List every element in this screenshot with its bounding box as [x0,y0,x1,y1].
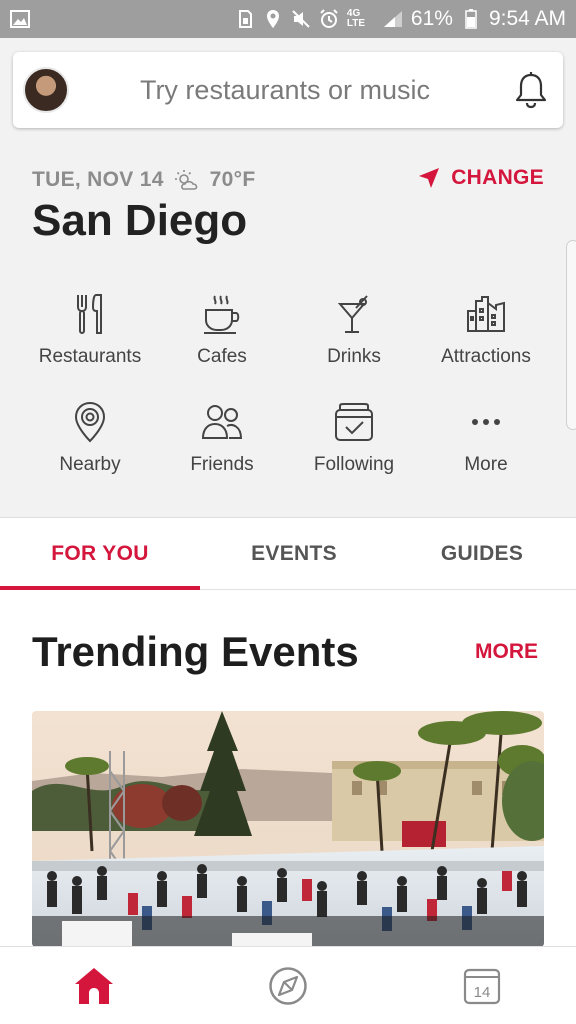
partly-sunny-icon [174,169,200,191]
category-label: Drinks [327,346,381,367]
category-label: Restaurants [38,346,142,367]
category-label: Cafes [197,346,247,367]
side-scroll-handle[interactable] [566,240,576,430]
battery-icon [461,9,481,29]
change-label: CHANGE [451,166,544,189]
search-input[interactable]: Try restaurants or music [69,75,511,106]
navigation-arrow-icon [417,166,441,190]
battery-percent: 61% [410,7,453,30]
calendar-icon[interactable]: 14 [458,963,506,1009]
compass-icon[interactable] [264,963,312,1009]
alarm-icon [319,9,339,29]
event-photo [32,711,544,947]
tab-bar: FOR YOU EVENTS GUIDES [0,518,576,590]
signal-icon [383,9,403,29]
date-label: TUE, NOV 14 [32,168,164,191]
avatar[interactable] [23,67,69,113]
bottom-navigation: 14 [0,946,576,1024]
cocktail-icon [284,290,424,338]
clock: 9:54 AM [488,7,566,30]
category-label: Nearby [59,454,121,475]
event-image[interactable] [32,711,544,947]
coffee-cup-icon [152,290,292,338]
city-name: San Diego [32,196,248,245]
category-label: More [464,454,508,475]
calendar-check-icon [284,398,424,446]
people-icon [152,398,292,446]
temperature-label: 70°F [209,168,256,191]
date-weather-line: TUE, NOV 14 70°F [32,168,255,192]
more-link[interactable]: MORE [475,640,538,664]
category-label: Following [313,454,395,475]
tab-events[interactable]: EVENTS [194,518,394,590]
location-pin-icon [20,398,160,446]
calendar-day: 14 [474,984,491,1001]
buildings-icon [416,290,556,338]
category-cafes[interactable]: Cafes [152,290,292,368]
tab-guides[interactable]: GUIDES [384,518,576,590]
category-friends[interactable]: Friends [152,398,292,476]
location-panel: TUE, NOV 14 70°F CHANGE San Diego Restau… [0,142,576,518]
category-nearby[interactable]: Nearby [20,398,160,476]
category-restaurants[interactable]: Restaurants [20,290,160,368]
fork-knife-icon [20,290,160,338]
network-type: 4G LTE [346,8,366,29]
search-bar[interactable]: Try restaurants or music [13,52,563,128]
sim-icon [235,9,255,29]
active-tab-indicator [0,586,200,590]
section-title: Trending Events [32,628,359,675]
category-drinks[interactable]: Drinks [284,290,424,368]
category-label: Attractions [441,346,531,367]
category-label: Friends [190,454,254,475]
gallery-notification-icon [10,9,30,29]
home-icon[interactable] [70,963,118,1009]
change-location-button[interactable]: CHANGE [417,166,544,190]
location-status-icon [263,9,283,29]
category-following[interactable]: Following [284,398,424,476]
tab-for-you[interactable]: FOR YOU [0,518,200,590]
status-bar: 4G LTE 61% 9:54 AM [0,0,576,38]
notification-bell-icon[interactable] [511,70,551,110]
mute-icon [291,9,311,29]
dots-icon [416,398,556,446]
category-attractions[interactable]: Attractions [416,290,556,368]
category-more[interactable]: More [416,398,556,476]
